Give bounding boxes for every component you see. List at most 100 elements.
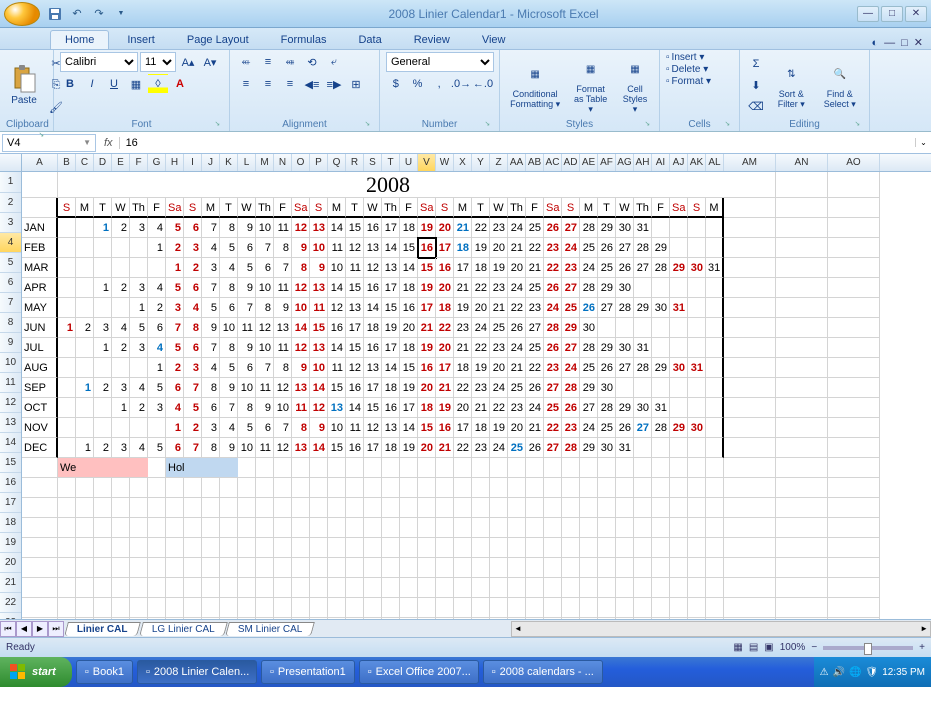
cell[interactable] [310, 618, 328, 619]
cell[interactable]: 14 [382, 358, 400, 378]
cell[interactable] [580, 518, 598, 538]
cell[interactable]: Th [382, 198, 400, 218]
cell[interactable] [688, 298, 706, 318]
cell[interactable]: 24 [508, 218, 526, 238]
cell[interactable]: 28 [616, 298, 634, 318]
cell[interactable] [94, 538, 112, 558]
cell[interactable] [472, 578, 490, 598]
cell[interactable] [706, 238, 724, 258]
cell[interactable] [328, 598, 346, 618]
cell[interactable]: 19 [400, 438, 418, 458]
cell[interactable]: 22 [544, 418, 562, 438]
cell[interactable] [776, 172, 828, 198]
cell[interactable] [562, 172, 580, 198]
cell[interactable] [634, 558, 652, 578]
cell[interactable]: 23 [490, 278, 508, 298]
cell[interactable] [22, 518, 58, 538]
doc-restore-button[interactable]: □ [901, 37, 908, 49]
cell[interactable]: DEC [22, 438, 58, 458]
cell[interactable] [76, 218, 94, 238]
cell[interactable]: 13 [382, 418, 400, 438]
cell[interactable] [76, 598, 94, 618]
cell[interactable] [94, 598, 112, 618]
cell[interactable] [382, 458, 400, 478]
column-header[interactable]: AK [688, 154, 706, 171]
cell[interactable] [670, 618, 688, 619]
comma-icon[interactable]: , [429, 74, 449, 94]
column-header[interactable]: M [256, 154, 274, 171]
cell[interactable]: M [76, 198, 94, 218]
cell[interactable]: 24 [562, 238, 580, 258]
cell[interactable] [184, 558, 202, 578]
column-header[interactable]: AD [562, 154, 580, 171]
cell[interactable]: 8 [292, 418, 310, 438]
cell[interactable] [670, 578, 688, 598]
cell[interactable] [310, 558, 328, 578]
cell[interactable]: 20 [436, 278, 454, 298]
cell[interactable] [688, 538, 706, 558]
cell[interactable] [382, 478, 400, 498]
column-header[interactable]: E [112, 154, 130, 171]
cell[interactable]: 13 [328, 398, 346, 418]
cell[interactable] [526, 618, 544, 619]
cell[interactable]: 10 [238, 438, 256, 458]
cell[interactable]: 22 [544, 258, 562, 278]
cell[interactable] [76, 578, 94, 598]
cell[interactable]: 7 [166, 318, 184, 338]
cell[interactable]: Th [130, 198, 148, 218]
cell[interactable] [598, 598, 616, 618]
cell[interactable]: 8 [202, 438, 220, 458]
cell[interactable] [364, 458, 382, 478]
cell[interactable] [220, 538, 238, 558]
cell[interactable]: 18 [382, 378, 400, 398]
cell[interactable]: 5 [220, 238, 238, 258]
cell[interactable]: 15 [382, 298, 400, 318]
cell[interactable]: 19 [472, 238, 490, 258]
cell[interactable] [274, 578, 292, 598]
cell[interactable] [828, 258, 880, 278]
cell[interactable] [130, 358, 148, 378]
cell[interactable] [776, 298, 828, 318]
cell[interactable]: 11 [328, 238, 346, 258]
cell[interactable]: 13 [346, 298, 364, 318]
cell[interactable]: 31 [616, 438, 634, 458]
cell[interactable] [166, 618, 184, 619]
cell[interactable] [22, 538, 58, 558]
cell[interactable] [472, 478, 490, 498]
cell[interactable] [688, 518, 706, 538]
cell[interactable] [436, 578, 454, 598]
cell[interactable]: W [238, 198, 256, 218]
cell[interactable]: 3 [166, 298, 184, 318]
cell[interactable]: 16 [418, 238, 436, 258]
cell[interactable] [148, 578, 166, 598]
cell[interactable]: 25 [580, 358, 598, 378]
cell[interactable]: W [490, 198, 508, 218]
cell[interactable]: 15 [346, 218, 364, 238]
cell[interactable]: 27 [634, 418, 652, 438]
cell[interactable] [706, 218, 724, 238]
cell[interactable] [94, 498, 112, 518]
cell[interactable] [238, 478, 256, 498]
cell[interactable]: 6 [256, 418, 274, 438]
cell[interactable] [828, 218, 880, 238]
cell[interactable] [688, 478, 706, 498]
cell[interactable] [562, 538, 580, 558]
cell[interactable]: 16 [346, 378, 364, 398]
cell[interactable]: 20 [418, 438, 436, 458]
tab-data[interactable]: Data [344, 31, 395, 49]
cell[interactable] [130, 558, 148, 578]
zoom-in-icon[interactable]: + [919, 642, 925, 653]
cell[interactable] [652, 558, 670, 578]
cell[interactable] [202, 538, 220, 558]
tray-icon[interactable]: 🛡 [865, 667, 878, 678]
cell[interactable] [76, 358, 94, 378]
cell[interactable]: 21 [454, 338, 472, 358]
cell[interactable]: 3 [148, 398, 166, 418]
cell[interactable] [346, 458, 364, 478]
qat-dropdown-icon[interactable]: ▼ [112, 5, 130, 23]
cell[interactable]: 6 [238, 358, 256, 378]
cell[interactable]: 28 [580, 278, 598, 298]
cell[interactable]: 13 [292, 438, 310, 458]
cell[interactable] [202, 518, 220, 538]
cell[interactable]: MAR [22, 258, 58, 278]
